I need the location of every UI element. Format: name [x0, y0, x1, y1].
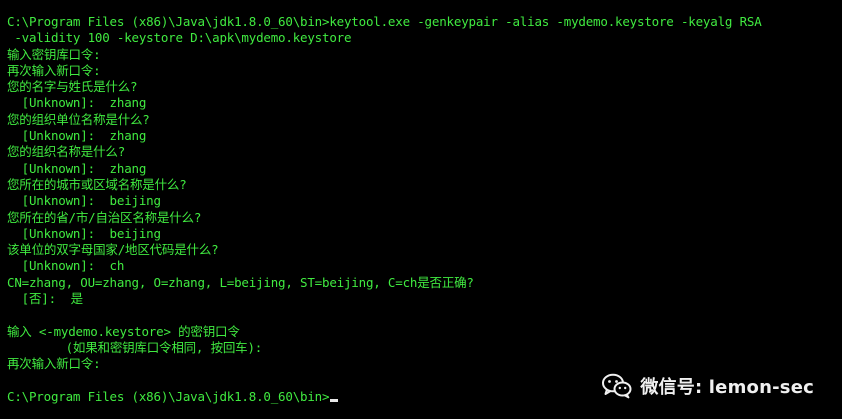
- terminal-line: [Unknown]: ch: [7, 258, 125, 274]
- watermark-text: 微信号: lemon-sec: [640, 377, 814, 398]
- command-prompt: C:\Program Files (x86)\Java\jdk1.8.0_60\…: [7, 388, 330, 404]
- terminal-line: [Unknown]: zhang: [7, 128, 147, 144]
- terminal-line: (如果和密钥库口令相同, 按回车):: [7, 339, 263, 355]
- terminal-line: C:\Program Files (x86)\Java\jdk1.8.0_60\…: [7, 14, 762, 29]
- terminal-line: 您的组织名称是什么?: [7, 144, 126, 160]
- terminal-line: CN=zhang, OU=zhang, O=zhang, L=beijing, …: [7, 274, 474, 290]
- terminal-line: 输入 <-mydemo.keystore> 的密钥口令: [7, 323, 240, 339]
- terminal-line: [Unknown]: beijing: [7, 225, 161, 241]
- terminal-line: [否]: 是: [7, 291, 83, 307]
- terminal-line: 再次输入新口令:: [7, 62, 101, 78]
- terminal-line: 您的名字与姓氏是什么?: [7, 79, 138, 95]
- terminal-line: 您所在的城市或区域名称是什么?: [7, 176, 187, 192]
- text-cursor: [330, 398, 339, 402]
- terminal-line: 您的组织单位名称是什么?: [7, 111, 150, 127]
- terminal-line: 输入密钥库口令:: [7, 46, 101, 62]
- terminal-line: 该单位的双字母国家/地区代码是什么?: [7, 242, 219, 258]
- wechat-icon: [602, 373, 632, 399]
- terminal-line: [Unknown]: zhang: [7, 160, 147, 176]
- terminal-line: 再次输入新口令:: [7, 356, 101, 372]
- terminal-line: -validity 100 -keystore D:\apk\mydemo.ke…: [7, 30, 352, 46]
- terminal-output[interactable]: C:\Program Files (x86)\Java\jdk1.8.0_60\…: [7, 14, 762, 405]
- terminal-line: 您所在的省/市/自治区名称是什么?: [7, 209, 202, 225]
- terminal-line: [Unknown]: zhang: [7, 95, 147, 111]
- console-window[interactable]: C:\Program Files (x86)\Java\jdk1.8.0_60\…: [0, 0, 842, 419]
- wechat-watermark: 微信号: lemon-sec: [602, 373, 814, 399]
- terminal-line: [Unknown]: beijing: [7, 193, 161, 209]
